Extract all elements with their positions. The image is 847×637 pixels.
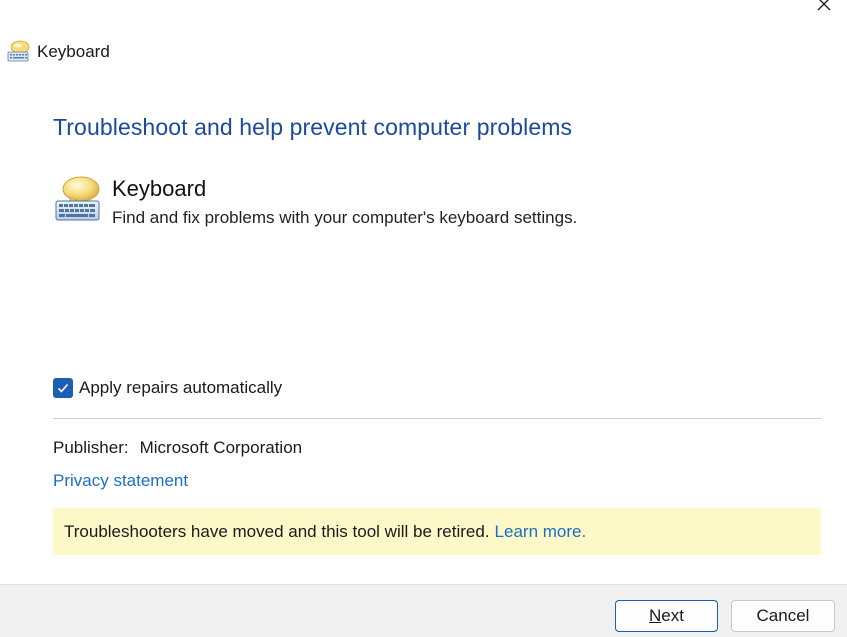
troubleshooter-text: Keyboard Find and fix problems with your… bbox=[112, 174, 577, 228]
learn-more-link[interactable]: Learn more. bbox=[495, 522, 587, 542]
troubleshooter-item: Keyboard Find and fix problems with your… bbox=[53, 174, 577, 228]
troubleshooter-window: Keyboard Troubleshoot and help prevent c… bbox=[0, 0, 847, 637]
footer-bar: Next Cancel bbox=[0, 584, 847, 637]
troubleshooter-name: Keyboard bbox=[112, 176, 207, 201]
apply-repairs-checkbox[interactable] bbox=[53, 378, 73, 398]
checkmark-icon bbox=[57, 383, 69, 393]
page-heading: Troubleshoot and help prevent computer p… bbox=[53, 114, 573, 140]
next-button[interactable]: Next bbox=[615, 600, 718, 632]
apply-repairs-label[interactable]: Apply repairs automatically bbox=[79, 378, 282, 398]
next-button-label: Next bbox=[649, 606, 684, 625]
apply-repairs-option[interactable]: Apply repairs automatically bbox=[53, 378, 282, 398]
divider bbox=[53, 418, 821, 419]
privacy-statement-link[interactable]: Privacy statement bbox=[53, 471, 188, 491]
publisher-label: Publisher: bbox=[53, 438, 129, 457]
publisher-value: Microsoft Corporation bbox=[139, 438, 303, 457]
retirement-notice: Troubleshooters have moved and this tool… bbox=[53, 508, 821, 555]
close-button[interactable] bbox=[801, 0, 847, 16]
window-title: Keyboard bbox=[37, 42, 110, 61]
cancel-button-label: Cancel bbox=[756, 606, 810, 625]
keyboard-troubleshooter-icon bbox=[7, 40, 30, 62]
cancel-button[interactable]: Cancel bbox=[731, 600, 835, 632]
title-bar: Keyboard bbox=[7, 38, 110, 66]
troubleshooter-description: Find and fix problems with your computer… bbox=[112, 208, 578, 227]
publisher-info: Publisher: Microsoft Corporation bbox=[53, 438, 302, 458]
keyboard-troubleshooter-icon bbox=[55, 176, 100, 221]
notice-text: Troubleshooters have moved and this tool… bbox=[64, 521, 490, 541]
close-icon bbox=[817, 0, 831, 11]
